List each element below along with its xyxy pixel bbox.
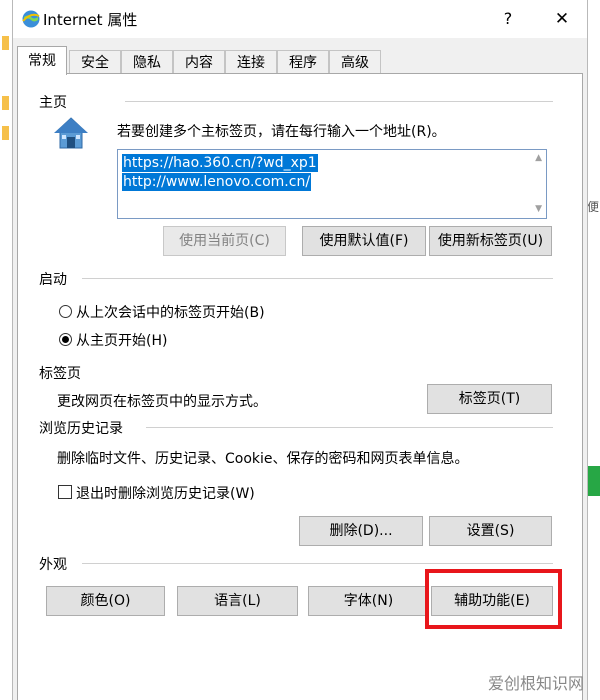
scroll-down-icon[interactable]: ▼ [535,204,542,214]
startup-separator [82,278,553,279]
history-settings-button[interactable]: 设置(S) [429,516,552,546]
delete-button[interactable]: 删除(D)... [299,516,423,546]
background-mark [2,126,9,140]
tab-advanced[interactable]: 高级 [329,50,381,74]
tabs-settings-button[interactable]: 标签页(T) [427,384,552,414]
title-bar: Internet 属性 ? ✕ [13,0,587,38]
homepage-separator [125,101,553,102]
tabs-group-label: 标签页 [39,366,81,382]
appearance-group-label: 外观 [39,557,67,573]
internet-globe-icon [22,10,40,28]
startup-group-label: 启动 [39,272,67,288]
radio-homepage-label: 从主页开始(H) [76,333,168,349]
homepage-url-line: https://hao.360.cn/?wd_xp1 [122,154,318,172]
tab-general[interactable]: 常规 [17,46,67,75]
history-separator [146,427,553,428]
tab-connections[interactable]: 连接 [225,50,277,74]
homepage-url-textarea[interactable]: https://hao.360.cn/?wd_xp1 http://www.le… [117,149,547,219]
tabs-description: 更改网页在标签页中的显示方式。 [57,394,267,410]
delete-history-on-exit-checkbox[interactable] [58,485,72,499]
general-tab-panel: 主页 若要创建多个主标签页，请在每行输入一个地址(R)。 https://hao… [17,73,583,700]
homepage-group-label: 主页 [39,95,67,111]
window-title: Internet 属性 [43,11,138,29]
delete-history-on-exit-label: 退出时删除浏览历史记录(W) [76,486,255,502]
use-current-button[interactable]: 使用当前页(C) [163,226,286,256]
background-green-bar [586,466,600,496]
radio-last-session[interactable] [59,305,72,318]
history-group-label: 浏览历史记录 [39,421,123,437]
homepage-instruction: 若要创建多个主标签页，请在每行输入一个地址(R)。 [117,124,446,140]
background-mark [2,36,9,50]
radio-last-session-label: 从上次会话中的标签页开始(B) [76,305,265,321]
tab-content[interactable]: 内容 [173,50,225,74]
background-glyph: 便 [587,200,600,214]
history-description: 删除临时文件、历史记录、Cookie、保存的密码和网页表单信息。 [57,451,469,467]
use-default-button[interactable]: 使用默认值(F) [302,226,426,256]
languages-button[interactable]: 语言(L) [177,586,298,616]
tab-security[interactable]: 安全 [69,50,121,74]
home-icon [54,117,88,149]
close-button[interactable]: ✕ [545,6,579,32]
tab-privacy[interactable]: 隐私 [121,50,173,74]
help-button[interactable]: ? [495,6,521,32]
fonts-button[interactable]: 字体(N) [308,586,429,616]
homepage-url-line: http://www.lenovo.com.cn/ [122,173,312,191]
radio-homepage[interactable] [59,333,72,346]
highlight-annotation-box [425,569,562,629]
scroll-up-icon[interactable]: ▲ [535,153,542,163]
internet-properties-dialog: Internet 属性 ? ✕ 常规 安全 隐私 内容 连接 程序 高级 主页 … [12,0,588,700]
watermark: 爱创根知识网 [487,674,584,693]
appearance-separator [82,563,553,564]
colors-button[interactable]: 颜色(O) [46,586,165,616]
background-mark [2,96,9,110]
use-new-tab-button[interactable]: 使用新标签页(U) [429,226,552,256]
tab-programs[interactable]: 程序 [277,50,329,74]
